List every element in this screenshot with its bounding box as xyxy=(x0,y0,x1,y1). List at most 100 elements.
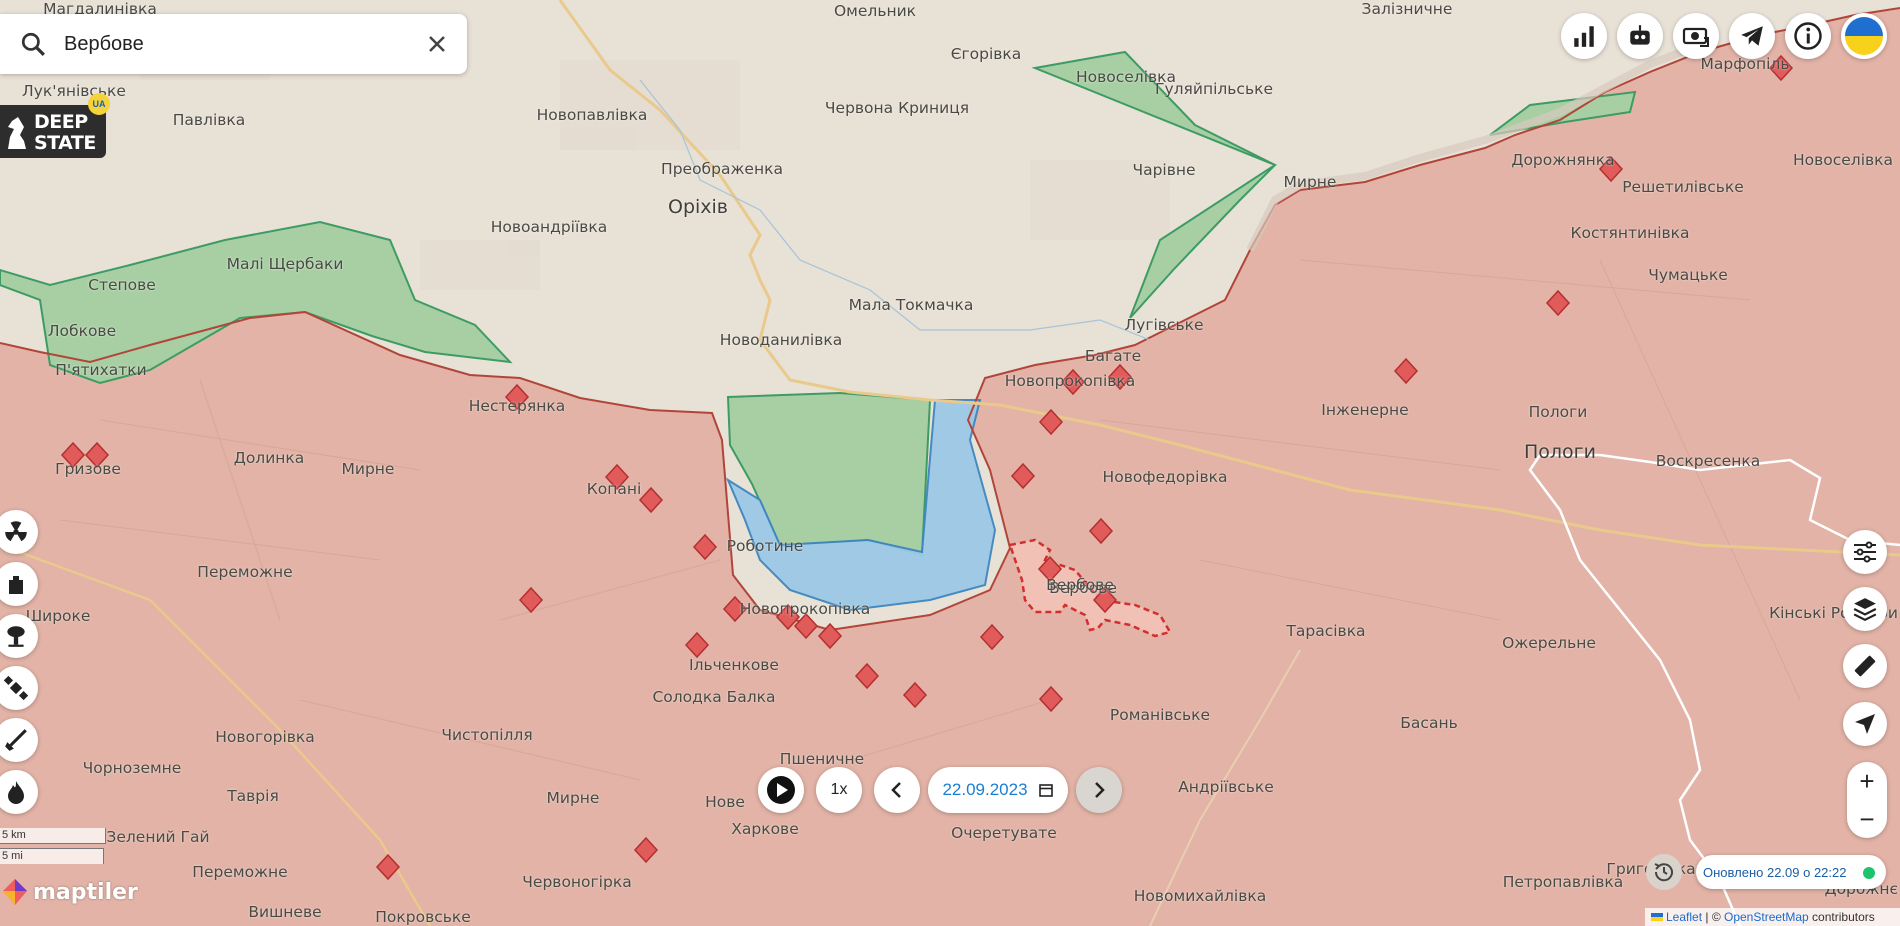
close-icon[interactable] xyxy=(425,32,449,56)
telegram-button[interactable] xyxy=(1729,13,1775,59)
update-status: Оновлено 22.09 о 22:22 xyxy=(1696,855,1886,889)
place-label: Мирне xyxy=(1283,173,1337,191)
calendar-icon[interactable] xyxy=(1038,782,1054,798)
leaflet-link[interactable]: Leaflet xyxy=(1666,910,1702,924)
place-label: Омельник xyxy=(833,2,917,20)
zoom-in-button[interactable]: + xyxy=(1847,762,1887,800)
osm-link[interactable]: OpenStreetMap xyxy=(1724,910,1809,924)
place-label: Чорноземне xyxy=(82,759,182,777)
date-value: 22.09.2023 xyxy=(942,780,1028,799)
place-label: Роботине xyxy=(726,537,804,555)
zoom-control: + − xyxy=(1847,762,1887,838)
place-label: Чистопілля xyxy=(441,726,533,744)
search-icon xyxy=(21,32,45,56)
donate-icon xyxy=(1682,27,1709,47)
place-label: Переможне xyxy=(192,863,288,881)
ukraine-flag-icon xyxy=(1845,17,1883,55)
search-bar xyxy=(0,14,467,74)
locate-icon xyxy=(1855,714,1875,734)
place-label: Широке xyxy=(25,607,91,625)
zoom-out-button[interactable]: − xyxy=(1847,800,1887,838)
language-button[interactable] xyxy=(1841,13,1887,59)
bot-button[interactable] xyxy=(1617,13,1663,59)
place-label: Романівське xyxy=(1109,706,1211,724)
place-label: Новопрокопівка xyxy=(739,600,871,618)
play-icon xyxy=(767,776,795,804)
nuclear-icon xyxy=(5,521,27,542)
speed-label: 1x xyxy=(830,781,848,798)
place-label: Єгорівка xyxy=(950,45,1022,63)
place-label: Покровське xyxy=(375,908,471,926)
history-button[interactable] xyxy=(1646,854,1682,890)
place-label: Гуляйпільське xyxy=(1155,80,1273,98)
place-label: Залізничне xyxy=(1361,0,1453,18)
chevron-right-icon xyxy=(1095,782,1105,798)
attribution: Leaflet | © OpenStreetMap contributors xyxy=(1645,908,1900,926)
chart-icon xyxy=(1574,26,1594,47)
place-label: Мирне xyxy=(341,460,395,478)
donate-button[interactable] xyxy=(1673,13,1719,59)
info-icon xyxy=(1794,22,1822,50)
place-label: Новопрокопівка xyxy=(1004,372,1136,390)
filter-button[interactable] xyxy=(1843,530,1887,574)
place-label: Новомихайлівка xyxy=(1133,887,1267,905)
explosion-icon xyxy=(7,626,25,647)
maptiler-logo[interactable]: maptiler xyxy=(0,875,138,909)
search-input[interactable] xyxy=(62,31,406,57)
place-label: Багате xyxy=(1084,347,1142,365)
prev-date-button[interactable] xyxy=(874,767,920,813)
attribution-tail: contributors xyxy=(1808,910,1875,924)
place-label: Басань xyxy=(1400,714,1458,732)
place-label: Мирне xyxy=(546,789,600,807)
place-label: Павлівка xyxy=(172,111,246,129)
deepstate-logo[interactable]: DEEP STATE UA xyxy=(0,93,110,158)
place-label: П'ятихатки xyxy=(55,361,147,379)
layers-button[interactable] xyxy=(1843,587,1887,631)
place-label: Чарівне xyxy=(1132,161,1196,179)
place-label: Ожерельне xyxy=(1502,634,1596,652)
fortification-icon xyxy=(9,576,23,594)
place-label: Солодка Балка xyxy=(652,688,776,706)
place-label: Новопавлівка xyxy=(536,106,648,124)
logo-line2: STATE xyxy=(34,132,96,154)
place-label: Преображенка xyxy=(661,160,783,178)
place-label: Ільченкове xyxy=(689,656,779,674)
place-label: Малі Щербаки xyxy=(226,255,344,273)
place-label: Пологи xyxy=(1528,403,1588,421)
info-button[interactable] xyxy=(1785,13,1831,59)
play-button[interactable] xyxy=(758,767,804,813)
speed-button[interactable]: 1x xyxy=(816,767,862,813)
locate-button[interactable] xyxy=(1843,702,1887,746)
place-label: Лугівське xyxy=(1124,316,1204,334)
fire-icon xyxy=(8,781,24,804)
place-label: Таврія xyxy=(227,787,279,805)
place-label: Червона Криниця xyxy=(824,99,970,117)
place-label: Червоногірка xyxy=(522,873,632,891)
robot-icon xyxy=(1630,25,1650,45)
place-label: Пшеничне xyxy=(779,750,865,768)
date-picker[interactable]: 22.09.2023 xyxy=(928,767,1068,813)
place-label: Степове xyxy=(88,276,156,294)
place-label: Андріївське xyxy=(1178,778,1274,796)
logo-badge: UA xyxy=(88,93,110,115)
history-icon xyxy=(1654,863,1673,882)
stats-button[interactable] xyxy=(1561,13,1607,59)
place-label: Нестерянка xyxy=(468,397,566,415)
place-label: Долинка xyxy=(233,449,305,467)
place-label: Переможне xyxy=(197,563,293,581)
next-date-button[interactable] xyxy=(1076,767,1122,813)
place-label: Петропавлівка xyxy=(1502,873,1624,891)
place-label: Воскресенка xyxy=(1655,452,1761,470)
place-label: Харкове xyxy=(731,820,799,838)
scale-km: 5 km xyxy=(0,828,106,844)
ruler-button[interactable] xyxy=(1843,644,1887,688)
place-label: Інженерне xyxy=(1321,401,1409,419)
place-label: Очеретувате xyxy=(951,824,1057,842)
place-label: Вербове xyxy=(1046,576,1114,594)
layers-icon xyxy=(1853,598,1877,622)
knight-icon xyxy=(8,117,26,149)
place-label: Нове xyxy=(705,793,745,811)
status-dot xyxy=(1863,867,1875,879)
place-label: Лук'янівське xyxy=(22,82,126,100)
missile-icon xyxy=(5,729,27,751)
